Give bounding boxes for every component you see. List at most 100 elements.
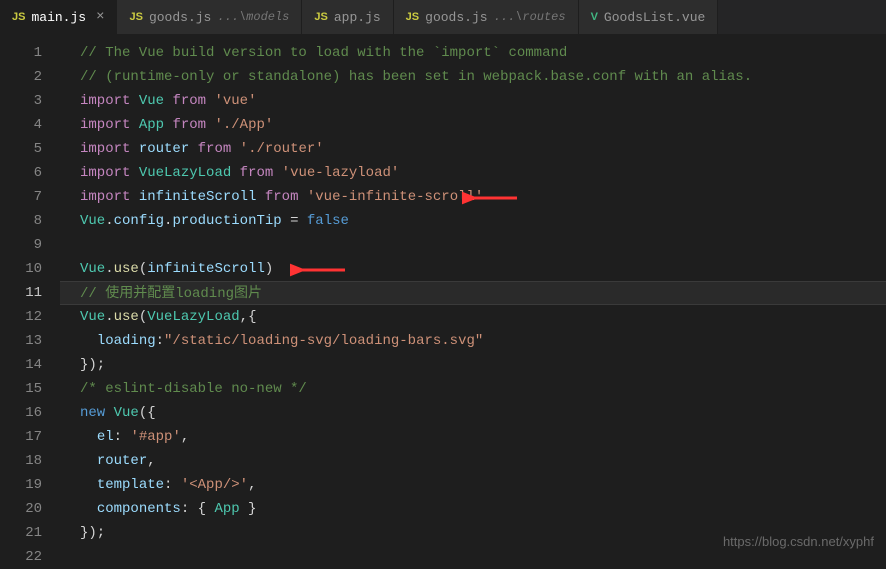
code-line[interactable]: import infiniteScroll from 'vue-infinite… (60, 185, 886, 209)
token-punct: . (105, 261, 113, 277)
token-punct: : (164, 477, 181, 493)
token-punct (273, 165, 281, 181)
token-cls: Vue (139, 93, 164, 109)
token-punct: . (105, 309, 113, 325)
code-line[interactable]: components: { App } (60, 497, 886, 521)
tab-suffix: ...\models (217, 10, 289, 24)
token-punct (130, 189, 138, 205)
tab-goods-js[interactable]: JSgoods.js...\models (117, 0, 302, 34)
token-punct (231, 165, 239, 181)
code-line[interactable]: new Vue({ (60, 401, 886, 425)
editor: 12345678910111213141516171819202122 // T… (0, 35, 886, 557)
code-line[interactable]: template: '<App/>', (60, 473, 886, 497)
line-number: 6 (0, 161, 60, 185)
token-var: router (139, 141, 189, 157)
vue-file-icon: V (591, 11, 598, 23)
token-punct (130, 165, 138, 181)
line-gutter: 12345678910111213141516171819202122 (0, 35, 60, 557)
token-cls: Vue (80, 261, 105, 277)
code-area[interactable]: // The Vue build version to load with th… (60, 35, 886, 557)
tab-goods-js[interactable]: JSgoods.js...\routes (394, 0, 579, 34)
line-number: 7 (0, 185, 60, 209)
token-punct (80, 333, 97, 349)
code-line[interactable]: import router from './router' (60, 137, 886, 161)
line-number: 16 (0, 401, 60, 425)
line-number: 9 (0, 233, 60, 257)
token-str: '<App/>' (181, 477, 248, 493)
code-line[interactable]: }); (60, 353, 886, 377)
token-kw: import (80, 93, 130, 109)
token-cm: /* eslint-disable no-new */ (80, 381, 307, 397)
token-var: productionTip (172, 213, 281, 229)
code-line[interactable]: Vue.use(VueLazyLoad,{ (60, 305, 886, 329)
token-var: router (97, 453, 147, 469)
line-number: 15 (0, 377, 60, 401)
token-punct: , (248, 477, 256, 493)
token-cls: Vue (80, 309, 105, 325)
code-line[interactable] (60, 233, 886, 257)
line-number: 2 (0, 65, 60, 89)
token-punct (298, 189, 306, 205)
token-punct: ({ (139, 405, 156, 421)
token-punct (80, 429, 97, 445)
token-punct: ) (265, 261, 273, 277)
token-prop: el (97, 429, 114, 445)
watermark: https://blog.csdn.net/xyphf (723, 534, 874, 549)
line-number: 11 (0, 281, 60, 305)
token-prop: template (97, 477, 164, 493)
line-number: 3 (0, 89, 60, 113)
token-punct (80, 477, 97, 493)
token-punct (231, 141, 239, 157)
code-line[interactable]: // The Vue build version to load with th… (60, 41, 886, 65)
token-cls: VueLazyLoad (147, 309, 239, 325)
line-number: 5 (0, 137, 60, 161)
token-str: 'vue-infinite-scroll' (307, 189, 483, 205)
close-icon[interactable]: × (96, 9, 104, 25)
token-var: config (114, 213, 164, 229)
code-line[interactable]: el: '#app', (60, 425, 886, 449)
token-var: infiniteScroll (147, 261, 265, 277)
tab-label: goods.js (425, 10, 487, 25)
line-number: 8 (0, 209, 60, 233)
token-fn: use (114, 261, 139, 277)
code-line[interactable]: /* eslint-disable no-new */ (60, 377, 886, 401)
code-line[interactable]: router, (60, 449, 886, 473)
js-file-icon: JS (314, 11, 327, 23)
line-number: 10 (0, 257, 60, 281)
token-kw: import (80, 165, 130, 181)
line-number: 14 (0, 353, 60, 377)
line-number: 4 (0, 113, 60, 137)
token-punct: ( (139, 309, 147, 325)
token-punct: : (114, 429, 131, 445)
code-line[interactable]: // (runtime-only or standalone) has been… (60, 65, 886, 89)
line-number: 22 (0, 545, 60, 569)
tab-main-js[interactable]: JSmain.js× (0, 0, 117, 34)
code-line[interactable]: Vue.use(infiniteScroll) (60, 257, 886, 281)
tab-app-js[interactable]: JS app.js (302, 0, 393, 34)
line-number: 20 (0, 497, 60, 521)
token-punct: : (156, 333, 164, 349)
token-cls: App (139, 117, 164, 133)
token-punct: }); (80, 357, 105, 373)
token-punct: . (105, 213, 113, 229)
token-cls: Vue (80, 213, 105, 229)
token-str: "/static/loading-svg/loading-bars.svg" (164, 333, 483, 349)
tab-label: main.js (31, 10, 86, 25)
code-line[interactable]: import App from './App' (60, 113, 886, 137)
code-line[interactable]: loading:"/static/loading-svg/loading-bar… (60, 329, 886, 353)
line-number: 18 (0, 449, 60, 473)
tab-GoodsList-vue[interactable]: VGoodsList.vue (579, 0, 719, 34)
code-line[interactable]: import Vue from 'vue' (60, 89, 886, 113)
token-kw: from (198, 141, 232, 157)
line-number: 13 (0, 329, 60, 353)
token-punct: = (282, 213, 307, 229)
token-kw: import (80, 117, 130, 133)
code-line[interactable]: // 使用并配置loading图片 (60, 281, 886, 305)
tab-label: app.js (334, 10, 381, 25)
token-kw: from (172, 117, 206, 133)
token-str: './App' (214, 117, 273, 133)
code-line[interactable]: Vue.config.productionTip = false (60, 209, 886, 233)
token-cm: // (runtime-only or standalone) has been… (80, 69, 752, 85)
code-line[interactable]: import VueLazyLoad from 'vue-lazyload' (60, 161, 886, 185)
token-punct: : { (181, 501, 215, 517)
